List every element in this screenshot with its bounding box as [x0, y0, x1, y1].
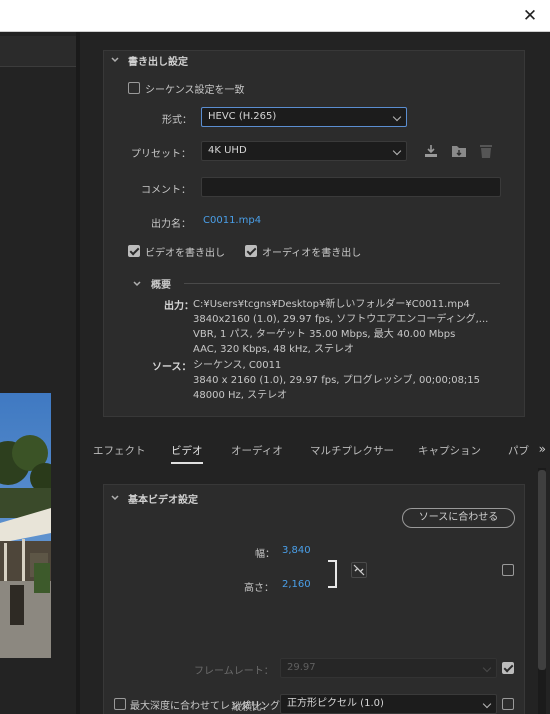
summary-source-values: シーケンス, C0011 3840 x 2160 (1.0), 29.97 fp…: [193, 358, 480, 403]
section-title-video: 基本ビデオ設定: [128, 495, 198, 506]
aspect-ratio-select[interactable]: 正方形ピクセル (1.0): [280, 694, 497, 714]
frame-rate-value: 29.97: [287, 662, 316, 673]
format-label: 形式：: [162, 115, 192, 126]
width-label: 幅：: [255, 549, 275, 560]
aspect-ratio-override-checkbox[interactable]: [502, 698, 514, 710]
dimension-link-bracket: [328, 559, 338, 589]
export-video-label: ビデオを書き出し: [145, 248, 225, 259]
summary-source-line: シーケンス, C0011: [193, 360, 282, 371]
tab-publish[interactable]: パブ: [508, 443, 529, 458]
width-value[interactable]: 3,840: [282, 545, 311, 556]
max-depth-label: 最大深度に合わせてレンダリング: [130, 701, 280, 712]
preset-value: 4K UHD: [208, 145, 247, 156]
scrollbar-thumb[interactable]: [538, 470, 546, 670]
chevron-down-icon: [392, 112, 402, 122]
unlink-icon[interactable]: [351, 562, 367, 578]
close-icon[interactable]: ✕: [518, 4, 542, 28]
summary-source-line: 3840 x 2160 (1.0), 29.97 fps, プログレッシブ, 0…: [193, 375, 481, 386]
delete-preset-icon[interactable]: [479, 143, 493, 159]
settings-tabs: エフェクト ビデオ オーディオ マルチプレクサー キャプション パブ »: [80, 435, 550, 467]
chevron-down-icon[interactable]: [110, 55, 120, 65]
format-value: HEVC (H.265): [208, 111, 277, 122]
frame-rate-select[interactable]: 29.97: [280, 658, 497, 678]
preview-divider: [0, 66, 76, 67]
output-name-label: 出力名：: [151, 219, 191, 230]
summary-source-key: ソース：: [152, 362, 192, 373]
tabs-more-icon[interactable]: »: [539, 442, 546, 456]
chevron-down-icon: [392, 146, 402, 156]
summary-output-line: 3840x2160 (1.0), 29.97 fps, ソフトウエアエンコーディ…: [193, 314, 489, 325]
summary-output-key: 出力：: [164, 301, 194, 312]
tab-multiplexer[interactable]: マルチプレクサー: [310, 443, 394, 458]
tab-captions[interactable]: キャプション: [418, 443, 481, 458]
height-label: 高さ：: [244, 583, 274, 594]
match-sequence-checkbox[interactable]: [128, 82, 140, 94]
summary-output-line: C:¥Users¥tcgns¥Desktop¥新しいフォルダー¥C0011.mp…: [193, 299, 470, 310]
preset-select[interactable]: 4K UHD: [201, 141, 407, 161]
tab-effects[interactable]: エフェクト: [93, 443, 146, 458]
save-preset-icon[interactable]: [423, 143, 439, 159]
max-depth-checkbox[interactable]: [114, 698, 126, 710]
height-value[interactable]: 2,160: [282, 579, 311, 590]
import-preset-icon[interactable]: [450, 143, 468, 159]
output-name-link[interactable]: C0011.mp4: [203, 215, 261, 226]
export-audio-label: オーディオを書き出し: [262, 248, 362, 259]
export-settings-pane: 書き出し設定 シーケンス設定を一致 形式： HEVC (H.265) プリセット…: [80, 32, 550, 714]
preview-tab-strip: [0, 36, 76, 66]
frame-rate-override-checkbox[interactable]: [502, 662, 514, 674]
source-preview-pane: [0, 32, 76, 714]
summary-output-line: AAC, 320 Kbps, 48 kHz, ステレオ: [193, 344, 355, 355]
export-audio-checkbox[interactable]: [245, 245, 257, 257]
aspect-ratio-value: 正方形ピクセル (1.0): [287, 698, 384, 709]
chevron-down-icon[interactable]: [132, 279, 142, 289]
match-sequence-label: シーケンス設定を一致: [145, 85, 245, 96]
preset-label: プリセット：: [131, 149, 191, 160]
window-titlebar: ✕: [0, 0, 550, 32]
summary-output-line: VBR, 1 パス, ターゲット 35.00 Mbps, 最大 40.00 Mb…: [193, 329, 456, 340]
basic-video-settings-group: 基本ビデオ設定 ソースに合わせる 幅： 3,840 高さ： 2,160 フレーム…: [103, 484, 525, 714]
summary-source-line: 48000 Hz, ステレオ: [193, 390, 288, 401]
export-settings-group: 書き出し設定 シーケンス設定を一致 形式： HEVC (H.265) プリセット…: [103, 50, 525, 417]
tab-video[interactable]: ビデオ: [171, 443, 203, 464]
chevron-down-icon: [482, 699, 492, 709]
chevron-down-icon: [482, 663, 492, 673]
match-source-button[interactable]: ソースに合わせる: [402, 508, 515, 528]
preview-thumbnail: [0, 393, 51, 658]
summary-divider: [184, 283, 500, 284]
tab-audio[interactable]: オーディオ: [231, 443, 283, 458]
section-title-export: 書き出し設定: [128, 57, 188, 68]
dimension-override-checkbox[interactable]: [502, 564, 514, 576]
comment-label: コメント：: [141, 185, 191, 196]
format-select[interactable]: HEVC (H.265): [201, 107, 407, 127]
summary-title: 概要: [151, 280, 171, 291]
frame-rate-label: フレームレート：: [194, 666, 274, 677]
export-video-checkbox[interactable]: [128, 245, 140, 257]
comment-input[interactable]: [201, 177, 501, 197]
summary-output-values: C:¥Users¥tcgns¥Desktop¥新しいフォルダー¥C0011.mp…: [193, 297, 488, 357]
chevron-down-icon[interactable]: [110, 493, 120, 503]
